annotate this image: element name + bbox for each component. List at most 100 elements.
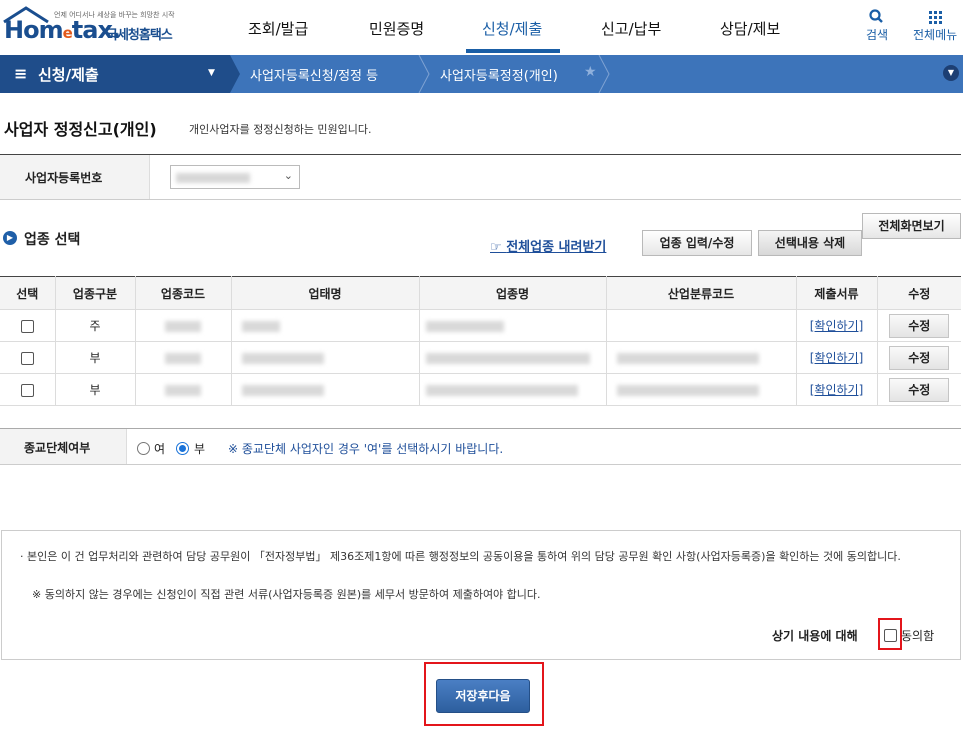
industry-code-cell [135,373,232,406]
page-description: 개인사업자를 정정신청하는 민원입니다. [189,123,372,136]
agree-prefix: 상기 내용에 대해 [772,629,858,643]
industry-code-cell [135,341,232,374]
industry-name-cell [419,341,607,374]
documents-cell: [확인하기] [796,309,878,342]
industry-type-cell: 부 [55,373,136,406]
save-next-button[interactable]: 저장후다음 [436,679,530,713]
breadcrumb-menu-label: 신청/제출 [38,66,99,84]
breadcrumb-menu[interactable]: ≡ 신청/제출 ▼ [0,55,230,93]
industry-table: 선택 업종구분 업종코드 업태명 업종명 산업분류코드 제출서류 수정 주 [확… [0,276,961,406]
page-title: 사업자 정정신고(개인) [4,120,157,139]
religious-yes-label: 여 [154,442,166,456]
agree-highlight [878,618,902,650]
industry-name-cell [419,309,607,342]
confirm-link[interactable]: [확인하기] [810,319,864,333]
redacted-value [165,384,201,396]
redacted-value [241,320,280,332]
edit-industry-button[interactable]: 업종 입력/수정 [642,230,752,256]
section-title: 업종 선택 [24,232,81,248]
religious-no-radio[interactable] [176,442,189,455]
religious-no-label: 부 [194,442,206,456]
col-select: 선택 [0,276,56,310]
consent-text: · 본인은 이 건 업무처리와 관련하여 담당 공무원이 「전자정부법」 제36… [20,550,901,563]
row-edit-button[interactable]: 수정 [889,313,950,338]
redacted-value [165,320,201,332]
col-industry-type: 업종구분 [55,276,136,310]
fullscreen-button[interactable]: 전체화면보기 [862,213,961,239]
religious-yes-radio[interactable] [137,442,150,455]
classification-code-cell [606,309,797,342]
breadcrumb-level1[interactable]: 사업자등록신청/정정 등 [250,65,378,84]
download-icon: ☞ [490,240,507,255]
nav-report-pay[interactable]: 신고/납부 [601,18,661,39]
row-checkbox-cell [0,373,56,406]
caret-down-icon: ▼ [208,68,215,78]
breadcrumb-level2[interactable]: 사업자등록정정(개인) [440,65,558,84]
table-header-row: 선택 업종구분 업종코드 업태명 업종명 산업분류코드 제출서류 수정 [0,276,961,310]
search-button[interactable]: 검색 [866,8,888,43]
religious-org-row: 종교단체여부 여 부 ※ 종교단체 사업자인 경우 '여'를 선택하시기 바랍니… [0,428,961,465]
logo-agency: 국세청홈택스 [106,28,173,43]
col-documents: 제출서류 [796,276,878,310]
hometax-logo[interactable]: 언제 어디서나 세상을 바꾸는 희망찬 시작 Hometax. 국세청홈택스 [2,6,187,48]
industry-type-cell: 주 [55,309,136,342]
redacted-value [616,384,759,396]
nav-inquiry[interactable]: 조회/발급 [248,18,308,39]
row-checkbox[interactable] [20,351,34,365]
col-classification-code: 산업분류코드 [606,276,797,310]
table-row: 주 [확인하기] 수정 [0,309,961,342]
agree-checkbox[interactable] [884,629,897,642]
row-checkbox-cell [0,341,56,374]
favorite-star-icon[interactable]: ★ [584,64,597,80]
edit-cell: 수정 [877,341,961,374]
industry-code-cell [135,309,232,342]
documents-cell: [확인하기] [796,373,878,406]
row-checkbox-cell [0,309,56,342]
download-all-label: 전체업종 내려받기 [506,240,607,255]
col-business-type: 업태명 [231,276,420,310]
religious-note: ※ 종교단체 사업자인 경우 '여'를 선택하시기 바랍니다. [228,442,504,456]
row-checkbox[interactable] [20,319,34,333]
nav-certificate[interactable]: 민원증명 [369,18,424,39]
confirm-link[interactable]: [확인하기] [810,351,864,365]
breadcrumb-separator-icon [598,55,610,93]
redacted-value [425,352,590,364]
breadcrumb-separator-icon [230,55,240,93]
business-type-cell [231,373,420,406]
search-label: 검색 [866,28,889,42]
redacted-value [241,352,324,364]
industry-name-cell [419,373,607,406]
nav-application[interactable]: 신청/제출 [482,18,542,39]
row-edit-button[interactable]: 수정 [889,377,950,402]
delete-selection-button[interactable]: 선택내용 삭제 [758,230,862,256]
all-menu-button[interactable]: 전체메뉴 [913,8,957,43]
redacted-value [616,352,759,364]
redacted-value [165,352,201,364]
row-checkbox[interactable] [20,383,34,397]
consent-box: · 본인은 이 건 업무처리와 관련하여 담당 공무원이 「전자정부법」 제36… [1,530,961,660]
confirm-link[interactable]: [확인하기] [810,383,864,397]
row-edit-button[interactable]: 수정 [889,345,950,370]
chevron-down-icon[interactable]: ▼ [943,65,959,81]
nav-consult[interactable]: 상담/제보 [720,18,780,39]
breadcrumb-separator-icon [418,55,430,93]
active-nav-underline [466,49,560,53]
business-number-row: 사업자등록번호 ⌄ [0,154,961,200]
consent-note: ※ 동의하지 않는 경우에는 신청인이 직접 관련 서류(사업자등록증 원본)를… [32,588,541,601]
download-all-link[interactable]: ☞ 전체업종 내려받기 [490,236,606,255]
grid-menu-icon [929,11,943,24]
redacted-value [241,384,324,396]
business-number-select[interactable]: ⌄ [170,165,300,189]
industry-type-cell: 부 [55,341,136,374]
business-type-cell [231,341,420,374]
agree-label[interactable]: 동의함 [901,627,934,644]
col-edit: 수정 [877,276,961,310]
section-bullet-icon: ▶ [3,231,17,245]
all-menu-label: 전체메뉴 [913,28,958,42]
documents-cell: [확인하기] [796,341,878,374]
edit-cell: 수정 [877,309,961,342]
col-industry-name: 업종명 [419,276,607,310]
chevron-down-icon: ⌄ [283,169,293,182]
redacted-value [425,320,504,332]
edit-cell: 수정 [877,373,961,406]
